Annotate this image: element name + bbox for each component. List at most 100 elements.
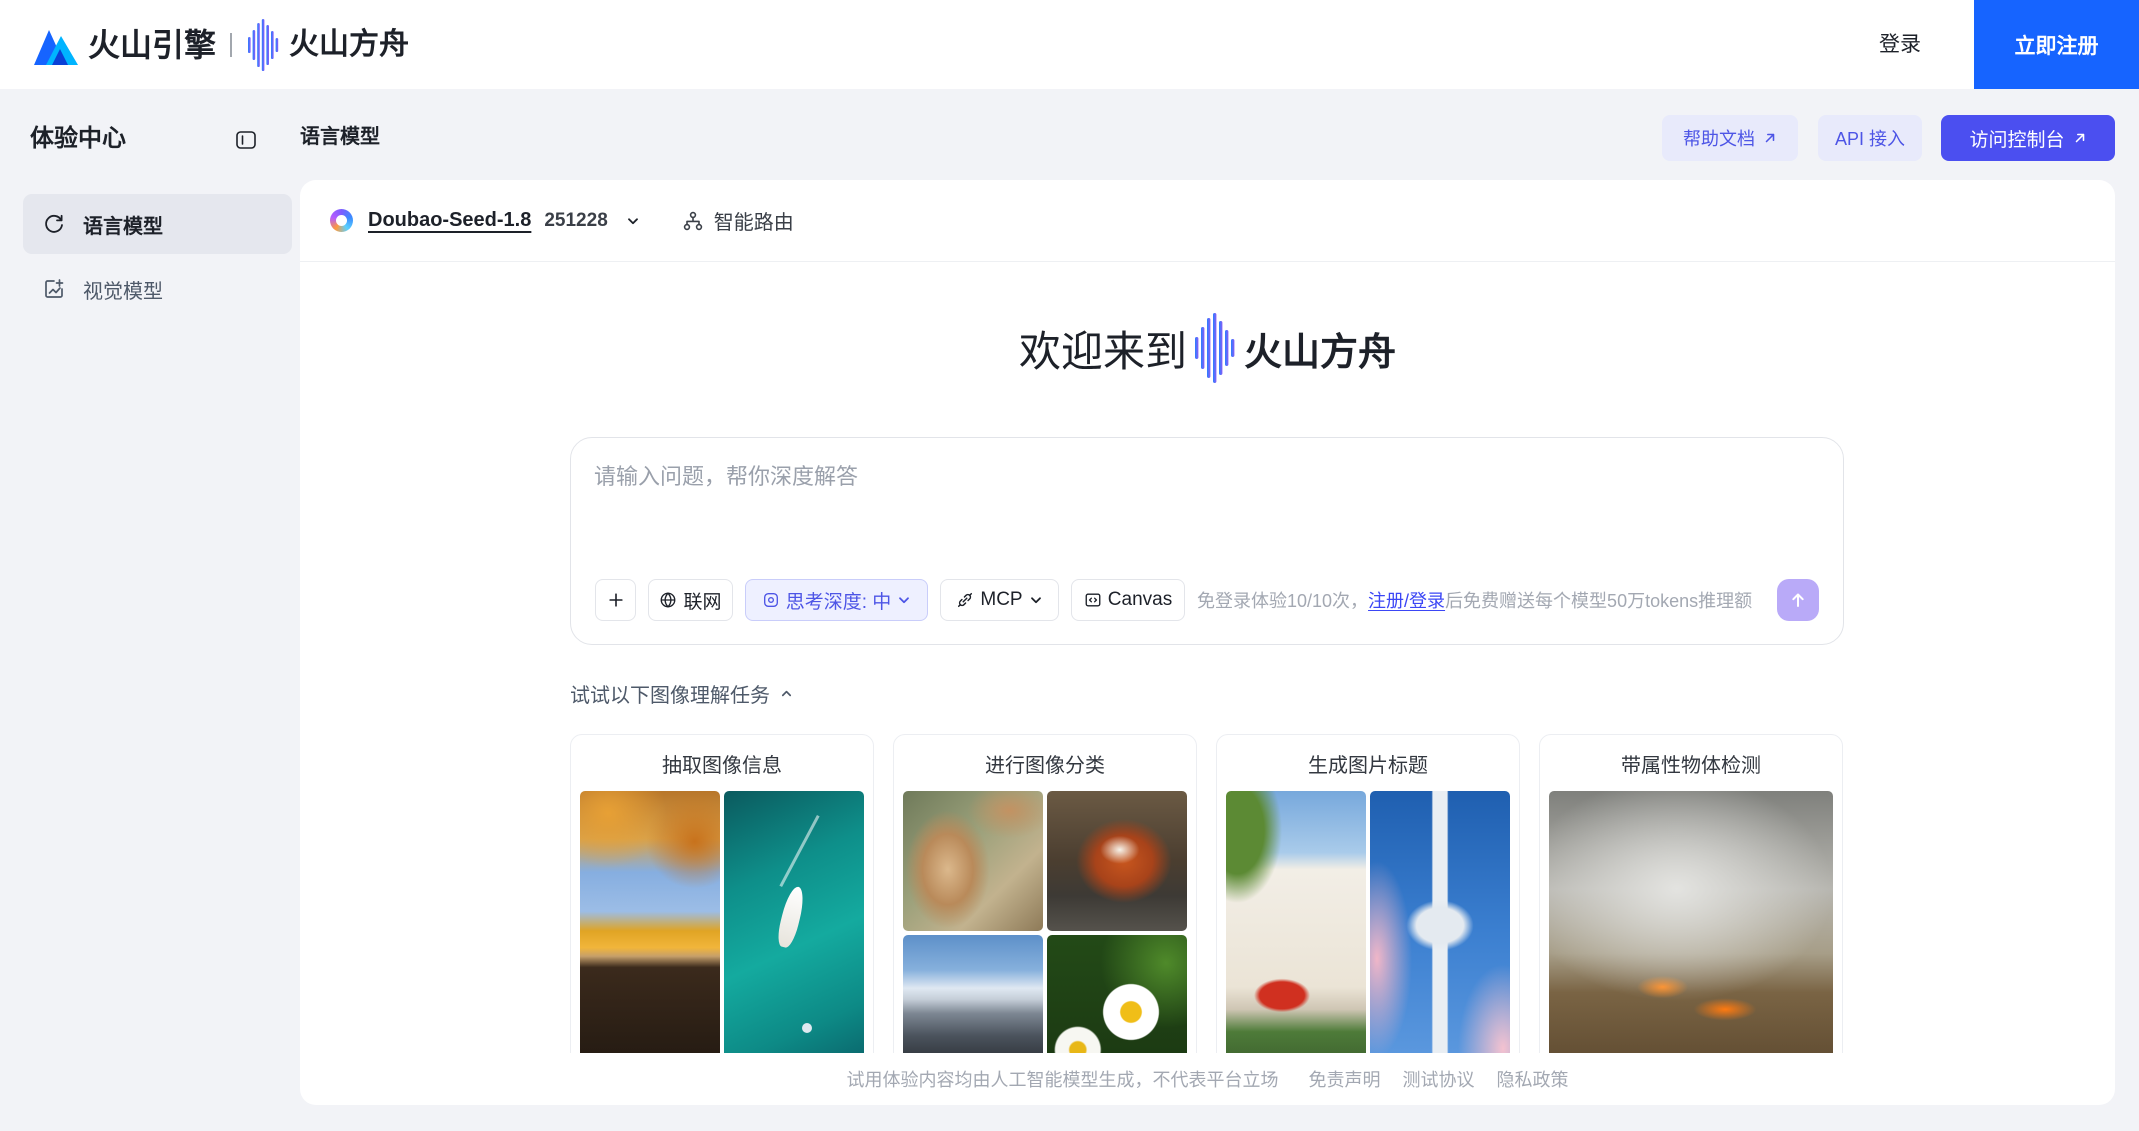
task-card-images xyxy=(1549,791,1833,1053)
example-image-mountains xyxy=(903,935,1043,1053)
ark-logo-icon xyxy=(248,18,279,71)
globe-icon xyxy=(661,592,676,608)
sidebar-item-language-model[interactable]: 语言模型 xyxy=(23,194,292,254)
sidebar: 体验中心 语言模型 视觉模型 xyxy=(0,89,300,1131)
chat-refresh-icon xyxy=(45,214,63,233)
welcome-prefix: 欢迎来到 xyxy=(1018,327,1187,375)
chevron-up-icon xyxy=(781,690,792,696)
task-card-title: 抽取图像信息 xyxy=(662,755,782,777)
logo-divider xyxy=(230,32,233,57)
sidebar-item-vision-model[interactable]: 视觉模型 xyxy=(23,259,292,319)
task-card-title: 带属性物体检测 xyxy=(1621,755,1761,777)
question-input[interactable] xyxy=(594,457,1814,547)
example-tasks-title: 试试以下图像理解任务 xyxy=(570,684,770,707)
mcp-dropdown[interactable]: MCP xyxy=(940,579,1059,621)
example-task-list[interactable]: 抽取图像信息 进行图像分类 生成图片标题 带属性物体检测 xyxy=(570,734,1844,1053)
model-name: Doubao-Seed-1.8 xyxy=(368,209,532,231)
thinking-depth-icon xyxy=(763,593,778,607)
send-button[interactable] xyxy=(1777,579,1819,621)
task-card-title: 进行图像分类 xyxy=(985,755,1105,777)
canvas-label: Canvas xyxy=(1107,589,1173,610)
plus-icon xyxy=(608,593,623,607)
sidebar-title: 体验中心 xyxy=(30,125,126,152)
volcano-engine-logo-icon xyxy=(34,29,78,65)
model-bar: Doubao-Seed-1.8 251228 智能路由 xyxy=(300,180,2115,262)
add-attachment-button[interactable] xyxy=(595,579,636,621)
api-access-button[interactable]: API 接入 xyxy=(1818,115,1922,161)
composer-toolbar: 联网 思考深度: 中 MCP Canvas 免登录体验10/10次，注册/登录后… xyxy=(595,579,1763,621)
swimmer-shape xyxy=(802,1023,812,1033)
playground-card: Doubao-Seed-1.8 251228 智能路由 欢迎来到 火山方舟 请输… xyxy=(300,180,2115,1105)
smart-routing-button[interactable]: 智能路由 xyxy=(683,206,794,235)
signup-button[interactable]: 立即注册 xyxy=(1974,0,2139,89)
help-docs-label: 帮助文档 xyxy=(1683,129,1755,149)
brand-primary-text: 火山引擎 xyxy=(88,26,217,63)
task-card-caption[interactable]: 生成图片标题 xyxy=(1216,734,1520,1053)
boat-shape xyxy=(774,884,808,950)
brand-logo[interactable]: 火山引擎 火山方舟 xyxy=(34,0,409,89)
boat-wake xyxy=(779,814,820,888)
web-search-label: 联网 xyxy=(683,591,722,613)
footer-link-disclaimer[interactable]: 免责声明 xyxy=(1309,1066,1381,1092)
help-docs-button[interactable]: 帮助文档 xyxy=(1662,115,1798,161)
task-card-extract-info[interactable]: 抽取图像信息 xyxy=(570,734,874,1053)
trial-notice-suffix: 后免费赠送每个模型50万tokens推理额 xyxy=(1445,591,1753,611)
mcp-plug-icon xyxy=(958,592,973,608)
example-tasks-toggle[interactable]: 试试以下图像理解任务 xyxy=(570,679,793,707)
footer-link-test-agreement[interactable]: 测试协议 xyxy=(1403,1066,1475,1092)
canvas-code-icon xyxy=(1085,593,1101,607)
top-header: 火山引擎 火山方舟 登录 立即注册 xyxy=(0,0,2139,89)
model-selector[interactable]: Doubao-Seed-1.8 251228 xyxy=(330,209,640,232)
thinking-depth-dropdown[interactable]: 思考深度: 中 xyxy=(745,579,928,621)
external-link-icon xyxy=(1765,133,1775,143)
ark-logo-icon xyxy=(1195,313,1235,383)
console-label: 访问控制台 xyxy=(1969,129,2065,151)
sidebar-item-label: 语言模型 xyxy=(83,215,163,238)
model-logo-icon xyxy=(330,209,353,232)
thinking-depth-label: 思考深度: 中 xyxy=(785,591,892,613)
task-card-classify[interactable]: 进行图像分类 xyxy=(893,734,1197,1053)
example-image-tower xyxy=(1370,791,1510,1053)
web-search-toggle[interactable]: 联网 xyxy=(648,579,733,621)
brand-secondary-text: 火山方舟 xyxy=(289,27,410,61)
sidebar-collapse-button[interactable] xyxy=(234,129,258,151)
external-link-icon xyxy=(2075,133,2084,143)
smart-routing-label: 智能路由 xyxy=(713,212,794,234)
footer: 试用体验内容均由人工智能模型生成，不代表平台立场 免责声明 测试协议 隐私政策 xyxy=(300,1064,2115,1094)
task-card-images xyxy=(580,791,864,1053)
mcp-label: MCP xyxy=(980,589,1023,610)
sidebar-item-label: 视觉模型 xyxy=(83,280,163,303)
image-edit-icon xyxy=(45,279,64,298)
page-title: 语言模型 xyxy=(300,126,380,148)
model-version: 251228 xyxy=(544,209,608,231)
routing-tree-icon xyxy=(683,211,702,230)
example-image-daisy xyxy=(1047,935,1187,1053)
login-link[interactable]: 登录 xyxy=(1879,0,1921,89)
arrow-up-icon xyxy=(1792,593,1804,607)
canvas-toggle[interactable]: Canvas xyxy=(1071,579,1185,621)
console-button[interactable]: 访问控制台 xyxy=(1941,115,2115,161)
footer-link-privacy-policy[interactable]: 隐私政策 xyxy=(1497,1066,1569,1092)
model-logo-core xyxy=(336,215,347,226)
example-image-red-panda xyxy=(1047,791,1187,931)
task-card-title: 生成图片标题 xyxy=(1308,755,1428,777)
welcome-heading: 欢迎来到 火山方舟 xyxy=(300,308,2115,388)
chevron-down-icon xyxy=(1030,597,1041,604)
footer-disclaimer: 试用体验内容均由人工智能模型生成，不代表平台立场 xyxy=(846,1070,1279,1090)
register-login-link[interactable]: 注册/登录 xyxy=(1368,591,1445,611)
task-card-images xyxy=(903,791,1187,1053)
example-image-train-bridge xyxy=(580,791,720,1053)
chevron-down-icon xyxy=(627,217,638,224)
api-access-label: API 接入 xyxy=(1834,129,1905,149)
example-image-boat-sea xyxy=(724,791,864,1053)
example-image-wildfire xyxy=(1549,791,1833,1053)
sidebar-collapse-icon xyxy=(236,131,256,149)
trial-notice-prefix: 免登录体验10/10次， xyxy=(1197,591,1369,611)
task-card-images xyxy=(1226,791,1510,1053)
welcome-brand: 火山方舟 xyxy=(1244,331,1397,374)
chevron-down-icon xyxy=(899,597,910,604)
chat-composer: 联网 思考深度: 中 MCP xyxy=(570,437,1844,645)
example-image-house xyxy=(1226,791,1366,1053)
task-card-object-detection[interactable]: 带属性物体检测 xyxy=(1539,734,1843,1053)
example-image-deer xyxy=(903,791,1043,931)
